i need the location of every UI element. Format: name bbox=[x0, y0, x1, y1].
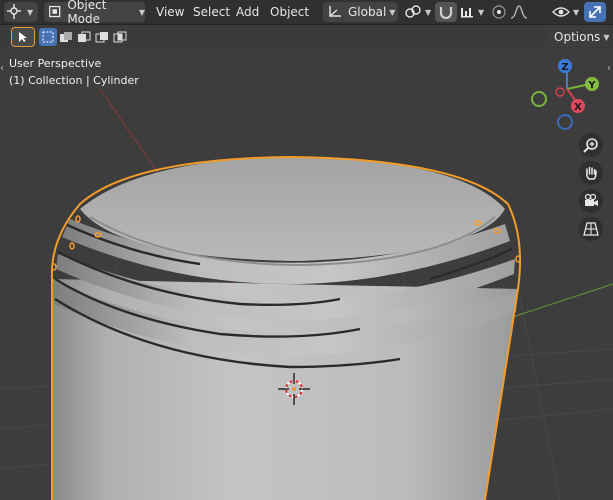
mode-label: Object Mode bbox=[67, 0, 107, 26]
3d-viewport[interactable]: User Perspective (1) Collection | Cylind… bbox=[0, 49, 613, 500]
chevron-down-icon: ▼ bbox=[425, 7, 432, 17]
zoom-icon bbox=[583, 138, 598, 153]
gizmo-y-label: Y bbox=[587, 80, 596, 91]
mode-dropdown[interactable]: Object Mode ▼ bbox=[44, 0, 145, 26]
snap-increment-icon bbox=[461, 8, 473, 18]
gizmo-x-label: X bbox=[574, 102, 582, 113]
options-label: Options bbox=[554, 30, 601, 44]
select-intersect-button[interactable] bbox=[111, 28, 129, 46]
eye-icon bbox=[552, 7, 570, 17]
select-intersect-icon bbox=[113, 31, 127, 43]
menu-add[interactable]: Add bbox=[232, 2, 263, 22]
select-invert-icon bbox=[95, 32, 108, 43]
toolbar-expand-icon[interactable]: ‹ bbox=[0, 63, 4, 74]
magnet-icon bbox=[439, 7, 453, 20]
pivot-icon bbox=[405, 5, 421, 18]
gizmo-neg-z[interactable] bbox=[557, 114, 573, 130]
select-invert-button[interactable] bbox=[93, 28, 111, 46]
camera-icon bbox=[584, 193, 598, 206]
active-tool-button[interactable] bbox=[11, 27, 35, 47]
selection-mode-group bbox=[39, 27, 131, 47]
gizmo-neg-y[interactable] bbox=[555, 87, 565, 97]
gizmo-arrow-icon bbox=[589, 6, 601, 18]
snap-toggle[interactable] bbox=[435, 2, 457, 22]
hand-icon bbox=[586, 166, 597, 180]
orientation-axes-icon bbox=[329, 6, 341, 17]
select-cursor-icon bbox=[19, 32, 27, 42]
chevron-down-icon: ▼ bbox=[478, 7, 485, 17]
snap-target-dropdown[interactable]: ▼ bbox=[459, 2, 485, 22]
select-subtract-icon bbox=[78, 31, 91, 42]
orientation-dropdown[interactable]: Global ▼ bbox=[323, 2, 398, 22]
grid-perspective-icon bbox=[583, 222, 599, 236]
editor-type-button[interactable]: ▼ bbox=[4, 2, 38, 22]
chevron-down-icon: ▼ bbox=[603, 32, 610, 42]
chevron-down-icon: ▼ bbox=[138, 7, 145, 17]
object-mode-icon bbox=[49, 5, 61, 18]
select-extend-button[interactable] bbox=[57, 28, 75, 46]
visibility-dropdown[interactable]: ▼ bbox=[552, 2, 580, 22]
gizmo-toggle[interactable] bbox=[584, 2, 606, 22]
zoom-button[interactable] bbox=[579, 133, 603, 157]
navigation-gizmo[interactable]: Z Y X bbox=[525, 54, 613, 134]
pivot-point-button[interactable]: ▼ bbox=[404, 2, 432, 22]
collection-label: (1) Collection | Cylinder bbox=[9, 74, 139, 87]
menu-object[interactable]: Object bbox=[266, 2, 313, 22]
gizmo-z-label: Z bbox=[561, 62, 568, 73]
options-dropdown[interactable]: Options ▼ bbox=[548, 27, 610, 47]
select-new-button[interactable] bbox=[39, 28, 57, 46]
select-new-icon bbox=[42, 31, 54, 43]
chevron-down-icon: ▼ bbox=[573, 7, 580, 17]
proportional-edit-toggle[interactable] bbox=[490, 2, 508, 22]
pan-button[interactable] bbox=[579, 161, 603, 185]
ortho-toggle-button[interactable] bbox=[579, 217, 603, 241]
viewport-editor-icon bbox=[7, 4, 21, 19]
scene-canvas bbox=[0, 88, 613, 500]
tool-settings-bar: Options ▼ bbox=[0, 25, 613, 49]
proportional-edit-icon bbox=[492, 5, 506, 19]
camera-view-button[interactable] bbox=[579, 189, 603, 213]
chevron-down-icon: ▼ bbox=[27, 7, 34, 17]
orientation-label: Global bbox=[348, 5, 387, 19]
select-subtract-button[interactable] bbox=[75, 28, 93, 46]
falloff-curve-icon bbox=[510, 5, 528, 19]
menu-view[interactable]: View bbox=[152, 2, 188, 22]
viewport-header: ▼ Object Mode ▼ View Select Add Object G… bbox=[0, 0, 613, 26]
falloff-dropdown[interactable] bbox=[510, 2, 534, 22]
gizmo-neg-x[interactable] bbox=[531, 91, 547, 107]
menu-select[interactable]: Select bbox=[189, 2, 234, 22]
select-extend-icon bbox=[60, 32, 72, 42]
perspective-label: User Perspective bbox=[9, 57, 102, 70]
chevron-down-icon: ▼ bbox=[389, 7, 396, 17]
